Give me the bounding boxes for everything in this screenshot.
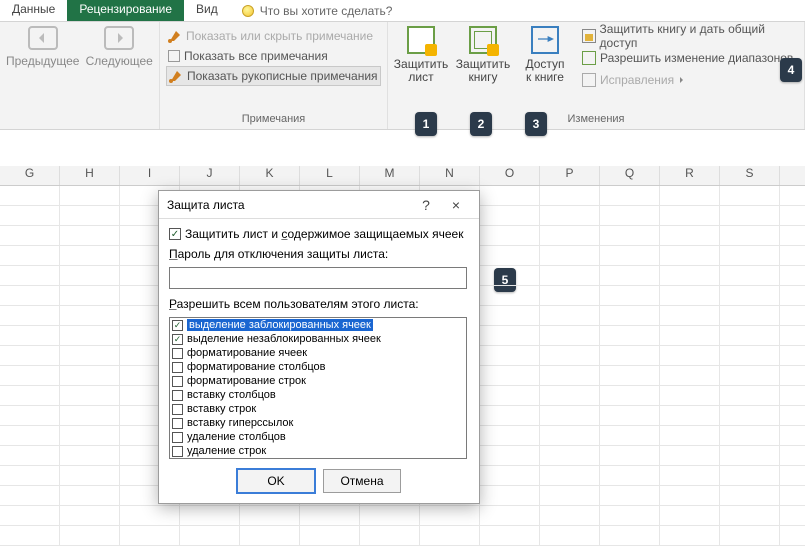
permission-label: форматирование строк xyxy=(187,375,306,387)
show-all-comments-button[interactable]: Показать все примечания xyxy=(166,46,381,66)
column-headers[interactable]: GHIJKLMNOPQRS xyxy=(0,166,805,186)
permission-checkbox[interactable] xyxy=(172,376,183,387)
changes-group-label: Изменения xyxy=(394,111,798,125)
column-header[interactable]: I xyxy=(120,166,180,185)
tell-me-label: Что вы хотите сделать? xyxy=(260,4,393,18)
tab-data[interactable]: Данные xyxy=(0,0,67,21)
next-label: Следующее xyxy=(86,54,153,68)
group-navigation: Предыдущее Следующее xyxy=(0,22,160,129)
permissions-label: Разрешить всем пользователям этого листа… xyxy=(169,297,419,311)
chevron-down-icon xyxy=(680,77,686,83)
column-header[interactable]: L xyxy=(300,166,360,185)
dialog-close-button[interactable]: × xyxy=(441,197,471,213)
password-label: Пароль для отключения защиты листа: xyxy=(169,247,388,261)
permission-item[interactable]: форматирование ячеек xyxy=(170,346,466,360)
column-header[interactable]: N xyxy=(420,166,480,185)
permission-checkbox[interactable] xyxy=(172,320,183,331)
permission-label: форматирование ячеек xyxy=(187,347,307,359)
protect-contents-label: Защитить лист и содержимое защищаемых яч… xyxy=(185,227,463,241)
column-header[interactable]: G xyxy=(0,166,60,185)
protect-sheet-dialog: Защита листа ? × Защитить лист и содержи… xyxy=(158,190,480,504)
cancel-button[interactable]: Отмена xyxy=(323,469,401,493)
prev-icon xyxy=(28,26,58,50)
tab-view[interactable]: Вид xyxy=(184,0,230,21)
permission-label: вставку гиперссылок xyxy=(187,417,293,429)
permission-label: вставку строк xyxy=(187,403,256,415)
permission-item[interactable]: выделение заблокированных ячеек xyxy=(170,318,466,332)
tab-review[interactable]: Рецензирование xyxy=(67,0,184,21)
tell-me[interactable]: Что вы хотите сделать? xyxy=(230,0,405,21)
column-header[interactable]: O xyxy=(480,166,540,185)
share-workbook-icon xyxy=(531,26,559,54)
column-header[interactable]: K xyxy=(240,166,300,185)
permission-checkbox[interactable] xyxy=(172,404,183,415)
permission-label: вставку столбцов xyxy=(187,389,276,401)
permission-checkbox[interactable] xyxy=(172,334,183,345)
pen-icon xyxy=(169,69,183,83)
permission-label: удаление строк xyxy=(187,445,266,457)
permission-checkbox[interactable] xyxy=(172,390,183,401)
permission-item[interactable]: вставку столбцов xyxy=(170,388,466,402)
permission-item[interactable]: выделение незаблокированных ячеек xyxy=(170,332,466,346)
column-header[interactable]: Q xyxy=(600,166,660,185)
lightbulb-icon xyxy=(242,5,254,17)
permission-checkbox[interactable] xyxy=(172,446,183,457)
checkbox-icon xyxy=(168,50,180,62)
lock-icon xyxy=(582,29,596,43)
show-ink-button[interactable]: Показать рукописные примечания xyxy=(166,66,381,86)
group-notes: Показать или скрыть примечание Показать … xyxy=(160,22,388,129)
protect-workbook-icon xyxy=(469,26,497,54)
permission-item[interactable]: удаление столбцов xyxy=(170,430,466,444)
show-hide-comment-button[interactable]: Показать или скрыть примечание xyxy=(166,26,381,46)
protect-sheet-icon xyxy=(407,26,435,54)
share-workbook-button[interactable]: Доступ к книге xyxy=(518,26,572,84)
protect-contents-checkbox[interactable] xyxy=(169,228,181,240)
track-icon xyxy=(582,73,596,87)
next-comment-button[interactable]: Следующее xyxy=(85,26,153,68)
permission-checkbox[interactable] xyxy=(172,362,183,373)
permissions-listbox[interactable]: выделение заблокированных ячеек выделение… xyxy=(169,317,467,459)
column-header[interactable]: S xyxy=(720,166,780,185)
protect-and-share-button[interactable]: Защитить книгу и дать общий доступ xyxy=(580,26,798,46)
comment-icon xyxy=(168,29,182,43)
permission-item[interactable]: форматирование строк xyxy=(170,374,466,388)
track-changes-button[interactable]: Исправления xyxy=(580,70,798,90)
password-input[interactable] xyxy=(169,267,467,289)
prev-label: Предыдущее xyxy=(6,54,79,68)
column-header[interactable]: P xyxy=(540,166,600,185)
permission-item[interactable]: вставку гиперссылок xyxy=(170,416,466,430)
permission-label: форматирование столбцов xyxy=(187,361,326,373)
allow-edit-ranges-button[interactable]: Разрешить изменение диапазонов xyxy=(580,48,798,68)
permission-item[interactable]: вставку строк xyxy=(170,402,466,416)
protect-workbook-button[interactable]: Защитить книгу xyxy=(456,26,510,84)
permission-item[interactable]: удаление строк xyxy=(170,444,466,458)
notes-group-label: Примечания xyxy=(166,111,381,125)
prev-comment-button[interactable]: Предыдущее xyxy=(6,26,79,68)
dialog-help-button[interactable]: ? xyxy=(411,197,441,213)
dialog-title: Защита листа xyxy=(167,198,411,212)
range-icon xyxy=(582,51,596,65)
column-header[interactable]: H xyxy=(60,166,120,185)
column-header[interactable]: R xyxy=(660,166,720,185)
ok-button[interactable]: OK xyxy=(237,469,315,493)
permission-label: выделение заблокированных ячеек xyxy=(187,319,373,331)
group-changes: Защитить лист Защитить книгу Доступ к кн… xyxy=(388,22,805,129)
permission-checkbox[interactable] xyxy=(172,418,183,429)
permission-checkbox[interactable] xyxy=(172,348,183,359)
permission-label: удаление столбцов xyxy=(187,431,286,443)
permission-item[interactable]: форматирование столбцов xyxy=(170,360,466,374)
column-header[interactable]: J xyxy=(180,166,240,185)
permission-checkbox[interactable] xyxy=(172,432,183,443)
next-icon xyxy=(104,26,134,50)
callout-badge-4: 4 xyxy=(780,58,802,82)
protect-sheet-button[interactable]: Защитить лист xyxy=(394,26,448,84)
permission-label: выделение незаблокированных ячеек xyxy=(187,333,381,345)
column-header[interactable]: M xyxy=(360,166,420,185)
